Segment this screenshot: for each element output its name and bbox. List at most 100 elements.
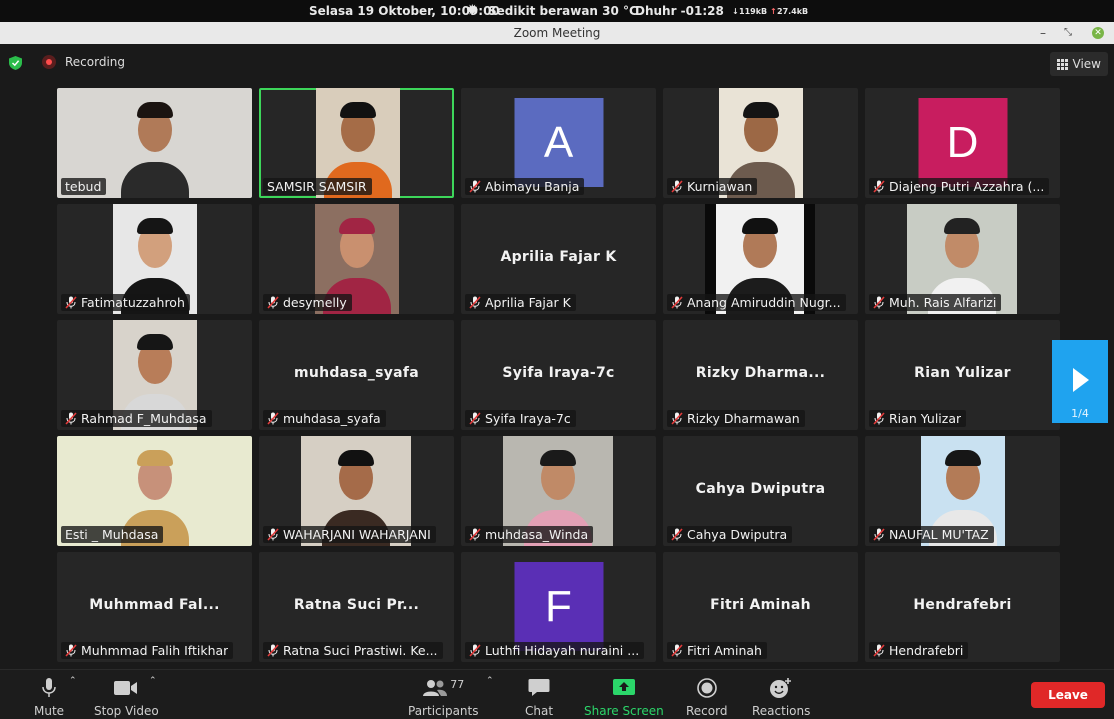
participant-name: Rizky Dharmawan [687,411,800,426]
close-icon[interactable]: ✕ [1092,27,1104,39]
minimize-icon[interactable]: – [1040,22,1046,44]
participant-name-tag: tebud [61,178,107,195]
participant-name-tag: Cahya Dwiputra [667,526,793,543]
participant-name-tag: Muh. Rais Alfarizi [869,294,1002,311]
participant-display-name: Syifa Iraya-7c [502,365,615,381]
participant-name-tag: Luthfi Hidayah nuraini ... [465,642,645,659]
participant-tile[interactable]: Fitri Aminah Fitri Aminah [663,552,858,662]
meeting-stage: Recording View tebud SAMSIR SAMSIR A Abimay… [0,44,1114,669]
participant-name-tag: Fitri Aminah [667,642,767,659]
participant-tile[interactable]: Anang Amiruddin Nugr... [663,204,858,314]
page-indicator: 1/4 [1071,407,1089,420]
chat-button[interactable]: Chat [525,676,553,718]
share-screen-icon [612,676,635,700]
share-screen-button[interactable]: Share Screen [584,676,664,718]
mic-muted-icon [65,412,77,425]
mic-muted-icon [469,296,481,309]
participant-tile[interactable]: SAMSIR SAMSIR [259,88,454,198]
microphone-icon [42,676,56,700]
mute-label: Mute [34,704,65,718]
participant-name: muhdasa_syafa [283,411,381,426]
os-weather[interactable]: Sedikit berawan 30 °C [488,4,638,18]
next-page-button[interactable]: 1/4 [1052,340,1108,423]
chevron-right-icon [1073,368,1089,392]
participant-tile[interactable]: Syifa Iraya-7c Syifa Iraya-7c [461,320,656,430]
os-net-down: 119kB [739,7,768,16]
participant-tile[interactable]: Rizky Dharma... Rizky Dharmawan [663,320,858,430]
participants-button[interactable]: 77 Participants [408,676,479,719]
record-icon [696,676,717,700]
record-button[interactable]: Record [686,676,727,718]
mic-muted-icon [873,412,885,425]
participant-tile[interactable]: NAUFAL MU'TAZ [865,436,1060,546]
mic-muted-icon [873,296,885,309]
net-down-icon: ↓ [732,7,739,16]
participant-name: Muh. Rais Alfarizi [889,295,997,310]
participant-display-name: Muhmmad Fal... [89,597,220,613]
os-net-up: 27.4kB [777,7,809,16]
participant-display-name: Rian Yulizar [914,365,1011,381]
participant-name: Anang Amiruddin Nugr... [687,295,841,310]
participant-tile[interactable]: muhdasa_syafa muhdasa_syafa [259,320,454,430]
participant-tile[interactable]: muhdasa_Winda [461,436,656,546]
view-button[interactable]: View [1049,52,1108,76]
participant-tile[interactable]: desymelly [259,204,454,314]
smiley-plus-icon [769,676,793,700]
participant-tile[interactable]: Cahya Dwiputra Cahya Dwiputra [663,436,858,546]
participant-name-tag: Rian Yulizar [869,410,967,427]
participant-name-tag: WAHARJANI WAHARJANI [263,526,436,543]
participant-tile[interactable]: A Abimayu Banja [461,88,656,198]
os-top-bar: Selasa 19 Oktober, 10:09:00 ✹ Sedikit be… [0,0,1114,22]
participant-display-name: Rizky Dharma... [695,365,826,381]
participant-name: Fatimatuzzahroh [81,295,185,310]
participant-tile[interactable]: Fatimatuzzahroh [57,204,252,314]
mic-muted-icon [873,528,885,541]
meeting-toolbar: Mute ⌃ Stop Video ⌃ 77 Participants ⌃ Ch… [0,669,1114,719]
participant-name: Fitri Aminah [687,643,762,658]
leave-button[interactable]: Leave [1031,682,1105,708]
participant-name: tebud [65,179,102,194]
participant-name-tag: Muhmmad Falih Iftikhar [61,642,234,659]
mute-button[interactable]: Mute [34,676,64,718]
participant-name-tag: Esti _ Muhdasa [61,526,164,543]
participant-name-tag: Rahmad F_Muhdasa [61,410,212,427]
net-up-icon: ↑ [770,7,777,16]
participant-tile[interactable]: Muh. Rais Alfarizi [865,204,1060,314]
participant-name-tag: Rizky Dharmawan [667,410,805,427]
participant-display-name: Fitri Aminah [710,597,811,613]
video-options-chevron-icon[interactable]: ⌃ [149,676,157,686]
chat-label: Chat [525,704,554,718]
mic-muted-icon [267,296,279,309]
participant-name-tag: NAUFAL MU'TAZ [869,526,994,543]
participant-tile[interactable]: D Diajeng Putri Azzahra (... [865,88,1060,198]
participant-name-tag: Anang Amiruddin Nugr... [667,294,846,311]
participant-tile[interactable]: Kurniawan [663,88,858,198]
participant-tile[interactable]: Muhmmad Fal... Muhmmad Falih Iftikhar [57,552,252,662]
participant-tile[interactable]: WAHARJANI WAHARJANI [259,436,454,546]
participants-options-chevron-icon[interactable]: ⌃ [486,676,494,686]
reactions-button[interactable]: Reactions [752,676,810,718]
participant-tile[interactable]: tebud [57,88,252,198]
participant-name-tag: Kurniawan [667,178,758,195]
mic-muted-icon [469,528,481,541]
participants-icon: 77 [422,676,464,700]
mic-muted-icon [873,180,885,193]
participant-tile[interactable]: Rahmad F_Muhdasa [57,320,252,430]
mute-options-chevron-icon[interactable]: ⌃ [69,676,77,686]
view-label: View [1072,57,1101,71]
participant-tile[interactable]: F Luthfi Hidayah nuraini ... [461,552,656,662]
mic-muted-icon [65,296,77,309]
participant-tile[interactable]: Ratna Suci Pr... Ratna Suci Prastiwi. Ke.… [259,552,454,662]
participant-name: Muhmmad Falih Iftikhar [81,643,229,658]
participant-tile[interactable]: Rian Yulizar Rian Yulizar [865,320,1060,430]
os-prayer-time[interactable]: Dhuhr -01:28 [635,4,724,18]
participant-tile[interactable]: Hendrafebri Hendrafebri [865,552,1060,662]
participant-tile[interactable]: Aprilia Fajar K Aprilia Fajar K [461,204,656,314]
participant-name: SAMSIR SAMSIR [267,179,367,194]
restore-icon[interactable]: ⤡ [1064,22,1072,44]
participant-tile[interactable]: Esti _ Muhdasa [57,436,252,546]
mic-muted-icon [267,528,279,541]
shield-icon[interactable] [9,56,22,70]
recording-indicator[interactable]: Recording [42,55,125,69]
avatar: F [514,562,603,651]
